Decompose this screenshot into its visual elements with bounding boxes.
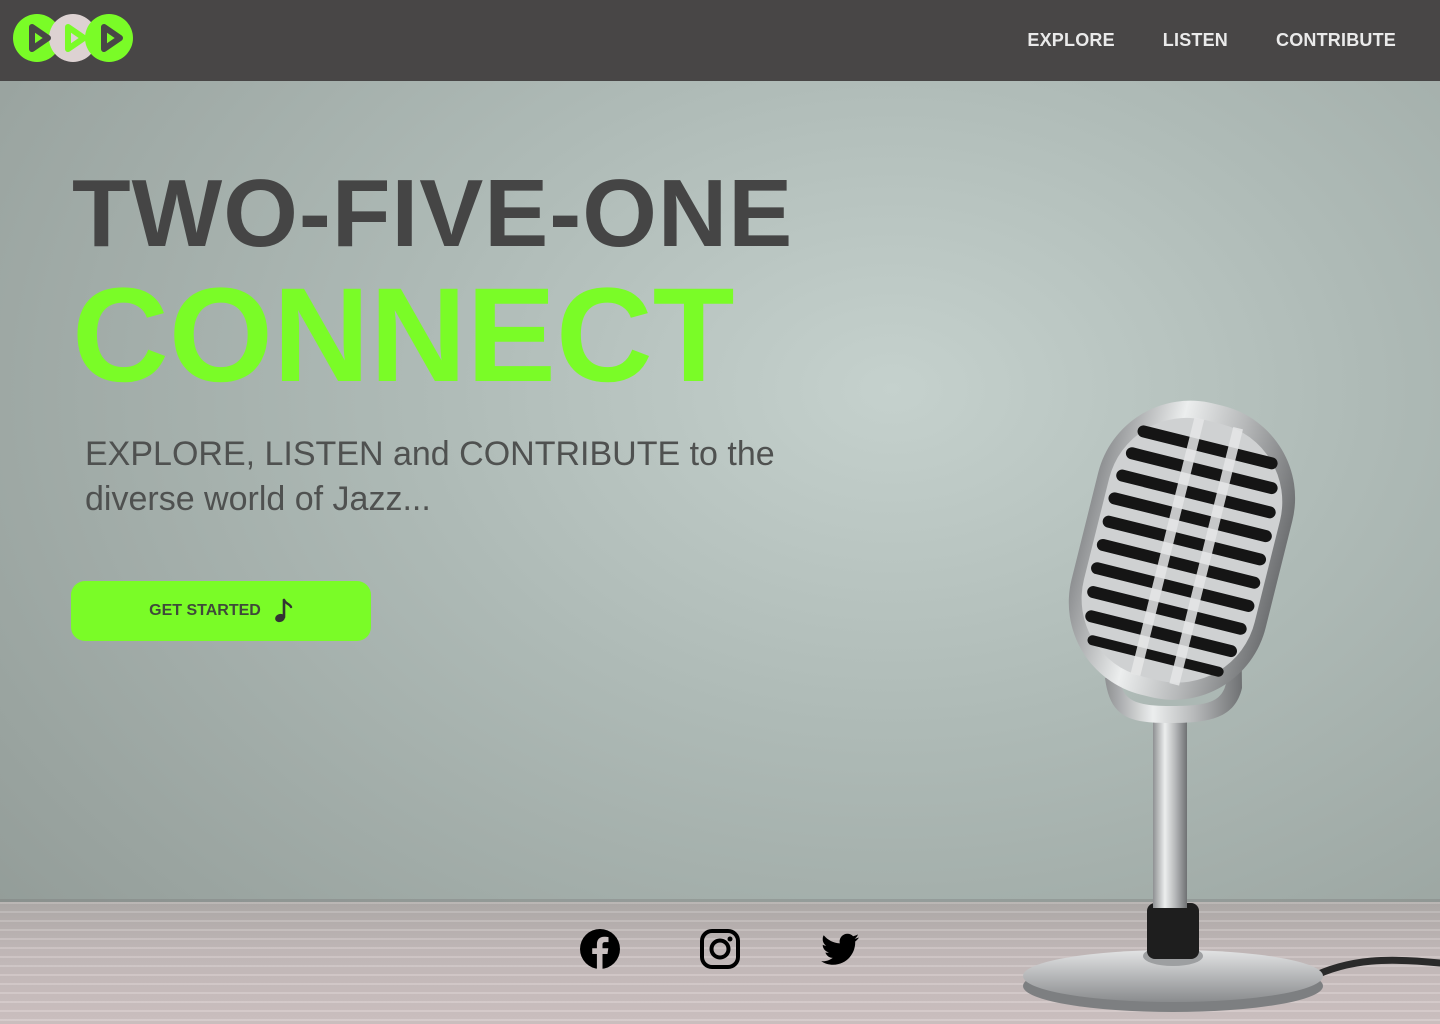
nav-links: EXPLORE LISTEN CONTRIBUTE: [1027, 0, 1396, 81]
twitter-icon[interactable]: [819, 928, 861, 970]
logo-icon: [13, 14, 133, 62]
hero-title: TWO-FIVE-ONE: [72, 160, 794, 267]
microphone-illustration: [1023, 400, 1440, 1012]
nav-link-explore[interactable]: EXPLORE: [1027, 30, 1114, 51]
music-note-icon: [274, 598, 293, 623]
hero-subtitle: CONNECT: [72, 261, 735, 410]
instagram-icon[interactable]: [699, 928, 741, 970]
navbar: EXPLORE LISTEN CONTRIBUTE: [0, 0, 1440, 81]
landing-page: EXPLORE LISTEN CONTRIBUTE TWO-FIVE-ONE C…: [0, 0, 1440, 1024]
facebook-icon[interactable]: [579, 928, 621, 970]
get-started-label: GET STARTED: [149, 602, 261, 619]
hero-tagline: EXPLORE, LISTEN and CONTRIBUTE to the di…: [85, 435, 775, 518]
get-started-button[interactable]: GET STARTED: [71, 581, 371, 641]
nav-link-listen[interactable]: LISTEN: [1163, 30, 1228, 51]
nav-link-contribute[interactable]: CONTRIBUTE: [1276, 30, 1396, 51]
logo[interactable]: [12, 13, 134, 63]
